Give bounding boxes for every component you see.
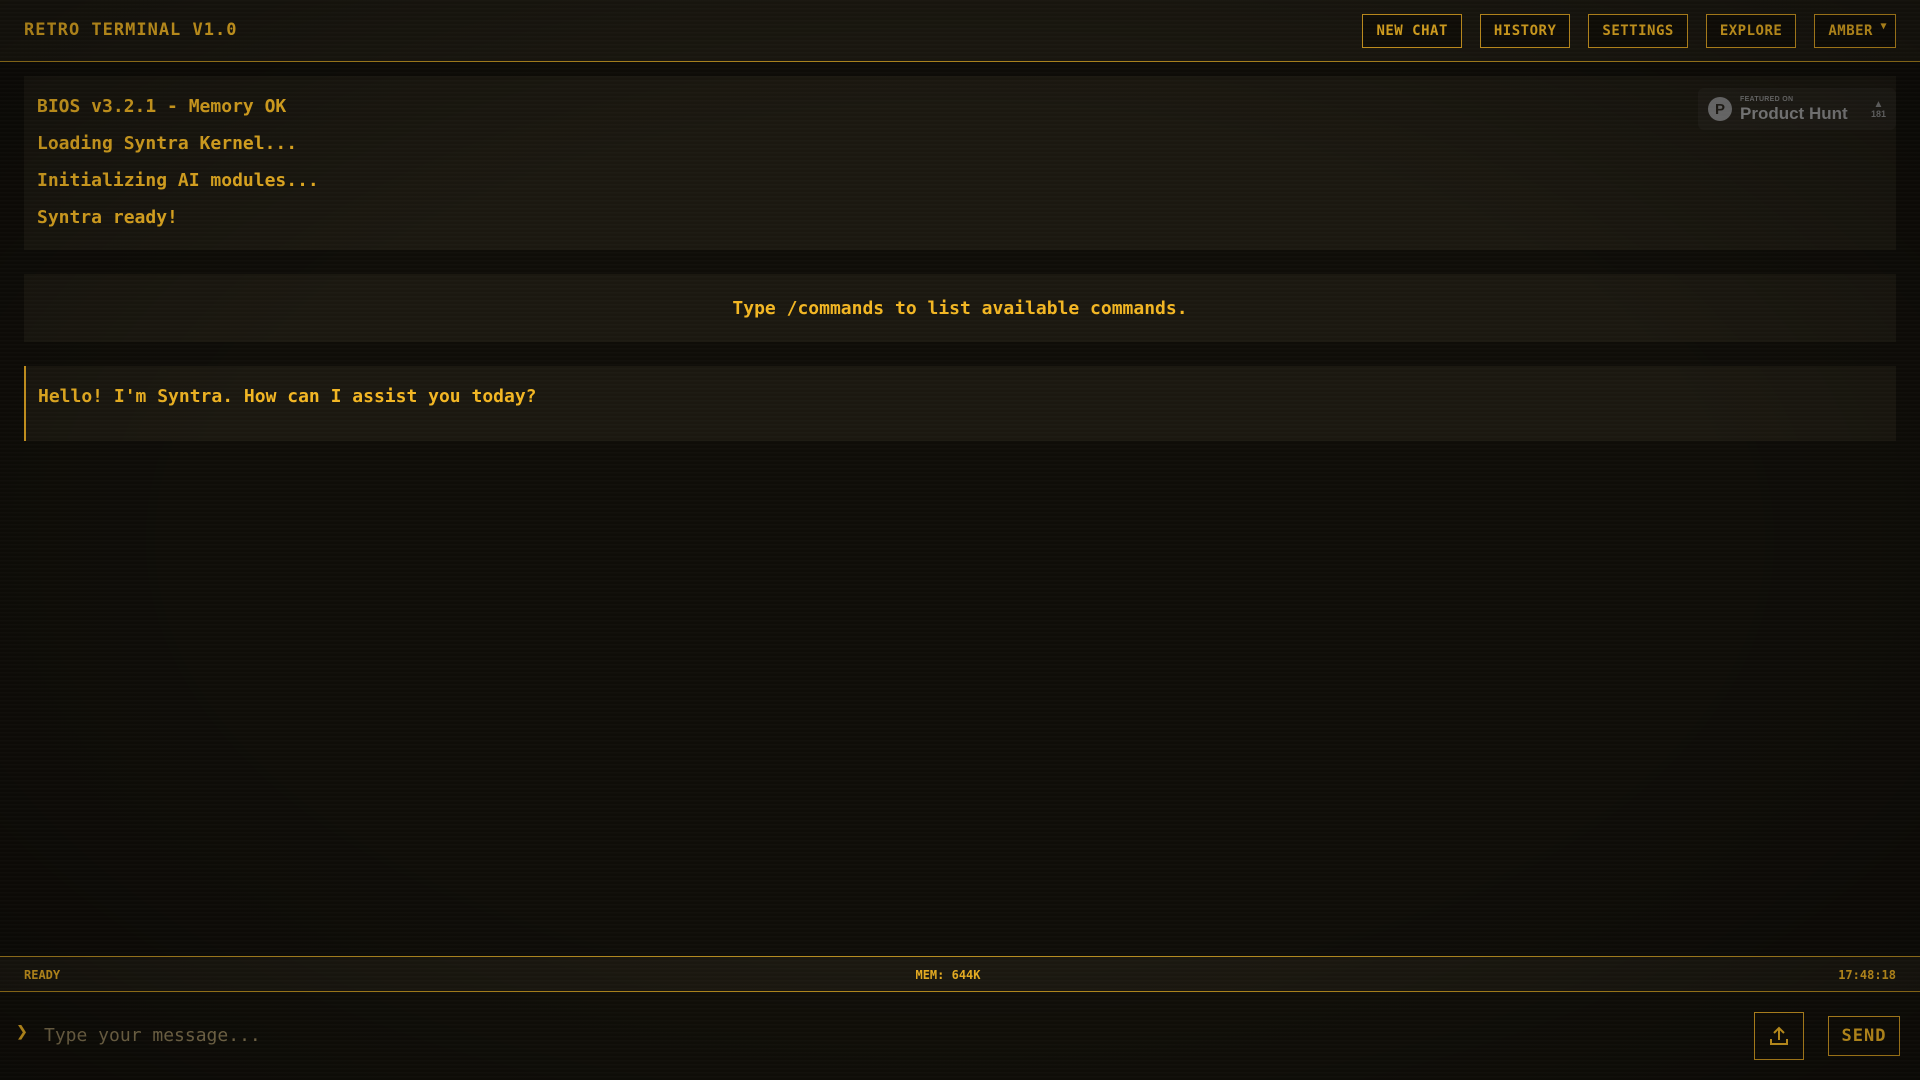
status-bar: READY MEM: 644K 17:48:18 (0, 956, 1920, 992)
settings-button[interactable]: SETTINGS (1588, 14, 1688, 48)
theme-select[interactable]: AMBER ▼ (1814, 14, 1896, 48)
product-hunt-votes: ▲ 181 (1871, 99, 1886, 120)
boot-line: Syntra ready! (37, 207, 178, 228)
commands-hint: Type /commands to list available command… (24, 274, 1896, 342)
app-title: RETRO TERMINAL V1.0 (24, 20, 238, 40)
new-chat-button[interactable]: NEW CHAT (1362, 14, 1462, 48)
top-nav: NEW CHAT HISTORY SETTINGS EXPLORE AMBER … (1362, 14, 1896, 48)
assistant-message: Hello! I'm Syntra. How can I assist you … (24, 366, 1896, 441)
boot-line: BIOS v3.2.1 - Memory OK (37, 96, 287, 117)
explore-button[interactable]: EXPLORE (1705, 14, 1797, 48)
upvote-arrow-icon: ▲ (1873, 98, 1884, 110)
top-bar: RETRO TERMINAL V1.0 NEW CHAT HISTORY SET… (0, 0, 1920, 62)
product-hunt-name: Product Hunt (1740, 104, 1848, 123)
chat-area: BIOS v3.2.1 - Memory OK Loading Syntra K… (24, 76, 1896, 441)
prompt-chevron-icon: ❯ (16, 1019, 29, 1043)
commands-hint-text: Type /commands to list available command… (732, 297, 1188, 319)
boot-line: Initializing AI modules... (37, 170, 319, 191)
input-bar: ❯ SEND (0, 992, 1920, 1080)
caret-down-icon: ▼ (1880, 21, 1887, 32)
status-memory: MEM: 644K (915, 968, 981, 982)
history-button[interactable]: HISTORY (1479, 14, 1571, 48)
assistant-message-text: Hello! I'm Syntra. How can I assist you … (38, 386, 537, 407)
boot-log-panel: BIOS v3.2.1 - Memory OK Loading Syntra K… (24, 76, 1896, 250)
product-hunt-featured-label: FEATURED ON (1740, 96, 1794, 103)
message-input[interactable] (42, 1016, 1726, 1054)
send-button[interactable]: SEND (1828, 1016, 1900, 1056)
product-hunt-vote-count: 181 (1870, 108, 1886, 119)
status-clock: 17:48:18 (1838, 968, 1896, 982)
upload-icon (1770, 1026, 1788, 1045)
product-hunt-badge[interactable]: P FEATURED ON Product Hunt ▲ 181 (1698, 88, 1896, 130)
product-hunt-text: FEATURED ON Product Hunt (1740, 96, 1848, 122)
upload-button[interactable] (1754, 1012, 1804, 1060)
product-hunt-logo-icon: P (1708, 97, 1732, 121)
boot-line: Loading Syntra Kernel... (37, 133, 298, 154)
theme-select-value: AMBER (1828, 23, 1873, 39)
